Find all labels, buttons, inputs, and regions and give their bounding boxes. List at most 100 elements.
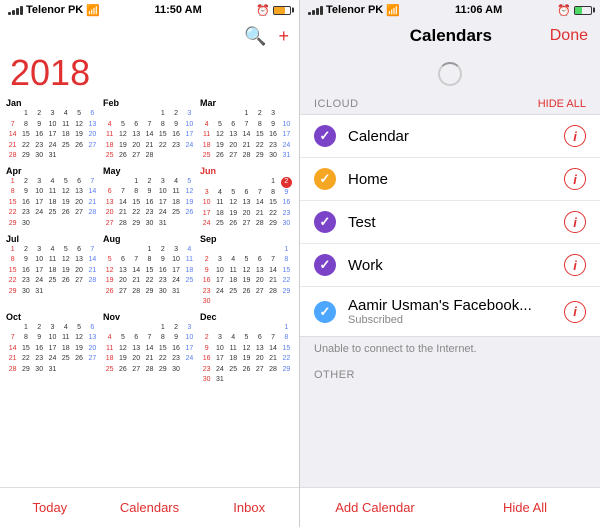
month-dec: Dec 1 2345678 9101112131415 161718192021… — [200, 312, 293, 386]
carrier-right: Telenor PK 📶 — [308, 4, 400, 17]
month-days-oct: 123456 78910111213 14151617181920 212223… — [6, 323, 99, 376]
time-right: 11:06 AM — [455, 4, 502, 16]
month-name-aug: Aug — [103, 234, 196, 244]
calendar-name-test: Test — [348, 214, 564, 231]
info-button-home[interactable]: i — [564, 168, 586, 190]
nav-bar-right: Calendars Done — [300, 20, 600, 52]
carrier-left: Telenor PK 📶 — [8, 4, 100, 17]
year-title: 2018 — [0, 52, 299, 98]
month-feb: Feb 123 45678910 11121314151617 18192021… — [103, 98, 196, 162]
month-name-sep: Sep — [200, 234, 293, 244]
today-circle: 2 — [281, 177, 292, 188]
check-icon-test: ✓ — [320, 214, 331, 230]
month-name-apr: Apr — [6, 166, 99, 176]
icloud-section-header: ICLOUD HIDE ALL — [300, 94, 600, 114]
signal-icon-right — [308, 4, 323, 16]
tab-inbox[interactable]: Inbox — [199, 488, 299, 527]
search-button[interactable]: 🔍 — [244, 26, 266, 47]
tab-hide-all[interactable]: Hide All — [450, 488, 600, 527]
loading-spinner-area — [300, 52, 600, 94]
tab-today[interactable]: Today — [0, 488, 100, 527]
month-aug: Aug 1234 567891011 12131415161718 192021… — [103, 234, 196, 308]
month-name-mar: Mar — [200, 98, 293, 108]
error-message: Unable to connect to the Internet. — [300, 337, 600, 361]
list-item-work[interactable]: ✓ Work i — [300, 244, 600, 287]
time-left: 11:50 AM — [154, 4, 201, 16]
month-days-apr: 1234567 891011121314 15161718192021 2223… — [6, 177, 99, 230]
alarm-icon-right: ⏰ — [557, 4, 571, 17]
month-oct: Oct 123456 78910111213 14151617181920 21… — [6, 312, 99, 386]
wifi-icon-right: 📶 — [386, 4, 400, 17]
month-days-may: 12345 6789101112 13141516171819 20212223… — [103, 177, 196, 230]
month-days-aug: 1234 567891011 12131415161718 1920212223… — [103, 245, 196, 298]
right-panel: Telenor PK 📶 11:06 AM ⏰ Calendars Done I… — [300, 0, 600, 527]
month-name-oct: Oct — [6, 312, 99, 322]
calendar-name-calendar: Calendar — [348, 128, 564, 145]
hide-all-button[interactable]: HIDE ALL — [538, 98, 586, 110]
tab-calendars[interactable]: Calendars — [100, 488, 200, 527]
month-jul: Jul 1234567 891011121314 15161718192021 … — [6, 234, 99, 308]
months-container: Jan 123456 78910111213 14151617181920 21… — [6, 98, 293, 386]
info-button-work[interactable]: i — [564, 254, 586, 276]
calendar-grid: Jan 123456 78910111213 14151617181920 21… — [0, 98, 299, 487]
month-jun: Jun 12 3456789 10111213141516 1718192021… — [200, 166, 293, 230]
info-button-facebook[interactable]: i — [564, 301, 586, 323]
month-name-feb: Feb — [103, 98, 196, 108]
list-item-facebook[interactable]: ✓ Aamir Usman's Facebook... Subscribed i — [300, 287, 600, 336]
calendar-check-home: ✓ — [314, 168, 336, 190]
icloud-label: ICLOUD — [314, 98, 359, 110]
other-label: OTHER — [314, 369, 355, 381]
month-may: May 12345 6789101112 13141516171819 2021… — [103, 166, 196, 230]
month-apr: Apr 1234567 891011121314 15161718192021 … — [6, 166, 99, 230]
check-icon-work: ✓ — [320, 257, 331, 273]
alarm-icon-left: ⏰ — [256, 4, 270, 17]
month-mar: Mar 123 45678910 11121314151617 18192021… — [200, 98, 293, 162]
calendar-name-home: Home — [348, 171, 564, 188]
status-bar-left: Telenor PK 📶 11:50 AM ⏰ — [0, 0, 299, 20]
check-icon-calendar: ✓ — [320, 128, 331, 144]
battery-icon-right — [574, 6, 592, 15]
calendar-check-work: ✓ — [314, 254, 336, 276]
battery-icon-left — [273, 6, 291, 15]
month-days-jul: 1234567 891011121314 15161718192021 2223… — [6, 245, 99, 298]
calendar-name-work: Work — [348, 257, 564, 274]
calendar-name-facebook: Aamir Usman's Facebook... — [348, 297, 564, 314]
month-sep: Sep 1 2345678 9101112131415 161718192021… — [200, 234, 293, 308]
check-icon-home: ✓ — [320, 171, 331, 187]
calendar-check-facebook: ✓ — [314, 301, 336, 323]
loading-spinner — [438, 62, 462, 86]
toolbar-left: 🔍 + — [0, 20, 299, 52]
battery-area-left: ⏰ — [256, 4, 291, 17]
battery-area-right: ⏰ — [557, 4, 592, 17]
list-item-calendar[interactable]: ✓ Calendar i — [300, 115, 600, 158]
tab-add-calendar[interactable]: Add Calendar — [300, 488, 450, 527]
carrier-name-left: Telenor PK — [26, 4, 83, 16]
calendar-check-test: ✓ — [314, 211, 336, 233]
done-button[interactable]: Done — [550, 27, 588, 45]
info-button-calendar[interactable]: i — [564, 125, 586, 147]
month-name-jul: Jul — [6, 234, 99, 244]
calendar-sub-facebook: Subscribed — [348, 314, 564, 326]
bottom-tabs-left: Today Calendars Inbox — [0, 487, 299, 527]
month-days-feb: 123 45678910 11121314151617 181920212223… — [103, 109, 196, 162]
month-days-dec: 1 2345678 9101112131415 16171819202122 2… — [200, 323, 293, 386]
carrier-name-right: Telenor PK — [326, 4, 383, 16]
info-button-test[interactable]: i — [564, 211, 586, 233]
facebook-cal-info: Aamir Usman's Facebook... Subscribed — [348, 297, 564, 326]
add-button[interactable]: + — [278, 26, 289, 47]
month-name-may: May — [103, 166, 196, 176]
month-name-jun: Jun — [200, 166, 293, 176]
signal-icon-left — [8, 4, 23, 16]
other-section-header: OTHER — [300, 361, 600, 387]
left-panel: Telenor PK 📶 11:50 AM ⏰ 🔍 + 2018 Jan 123… — [0, 0, 300, 527]
check-icon-facebook: ✓ — [320, 304, 331, 320]
month-name-dec: Dec — [200, 312, 293, 322]
list-item-test[interactable]: ✓ Test i — [300, 201, 600, 244]
wifi-icon-left: 📶 — [86, 4, 100, 17]
month-name-jan: Jan — [6, 98, 99, 108]
list-item-home[interactable]: ✓ Home i — [300, 158, 600, 201]
calendar-list: ✓ Calendar i ✓ Home i ✓ Test i ✓ Work — [300, 114, 600, 337]
status-bar-right: Telenor PK 📶 11:06 AM ⏰ — [300, 0, 600, 20]
bottom-tabs-right: Add Calendar Hide All — [300, 487, 600, 527]
month-days-sep: 1 2345678 9101112131415 16171819202122 2… — [200, 245, 293, 308]
